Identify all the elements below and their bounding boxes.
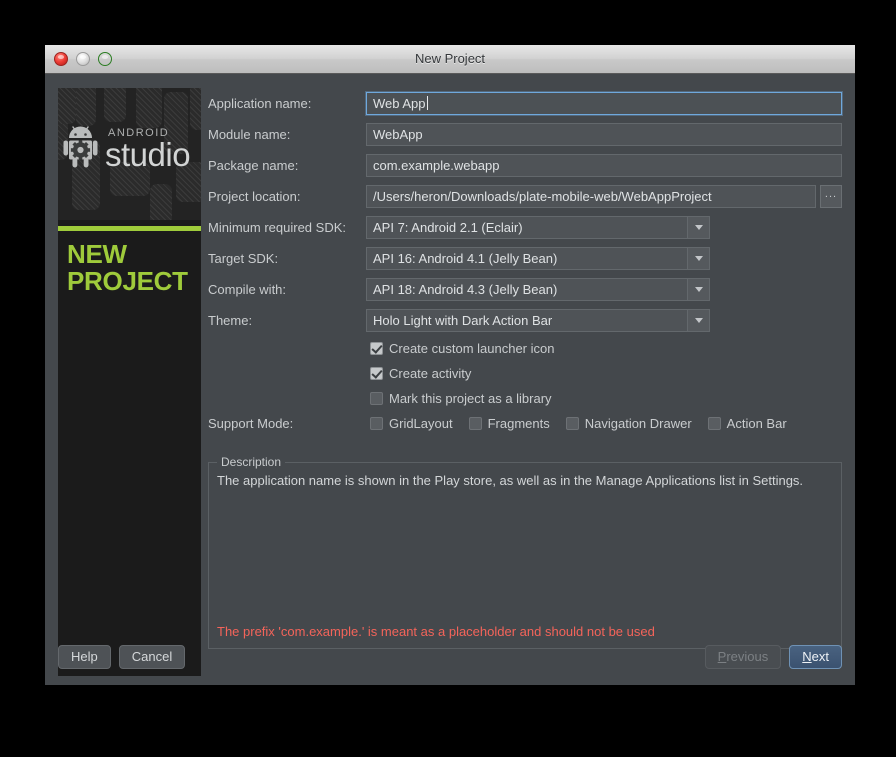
label-theme: Theme: xyxy=(208,313,253,328)
application-name-input[interactable]: Web App xyxy=(366,92,842,115)
label-package-name: Package name: xyxy=(208,158,299,173)
empty-checkbox-icon xyxy=(468,417,482,430)
validation-warning-message: The prefix 'com.example.' is meant as a … xyxy=(217,624,655,639)
theme-value: Holo Light with Dark Action Bar xyxy=(373,313,553,328)
project-location-input[interactable]: /Users/heron/Downloads/plate-mobile-web/… xyxy=(366,185,816,208)
footer-right-buttons: Previous Next xyxy=(704,645,842,669)
text-caret xyxy=(426,96,428,110)
support-gridlayout-checkbox[interactable]: GridLayout xyxy=(370,416,453,431)
create-activity-label: Create activity xyxy=(389,366,472,381)
checkbox-row-custom-launcher-icon: Create custom launcher icon xyxy=(208,336,842,361)
label-application-name: Application name: xyxy=(208,96,312,111)
wizard-heading-line-1: NEW xyxy=(67,239,127,269)
compile-with-select[interactable]: API 18: Android 4.3 (Jelly Bean) xyxy=(366,278,710,301)
description-legend: Description xyxy=(217,455,286,469)
empty-checkbox-icon xyxy=(707,417,721,430)
empty-checkbox-icon xyxy=(370,417,383,430)
mark-as-library-label: Mark this project as a library xyxy=(389,391,552,406)
theme-select[interactable]: Holo Light with Dark Action Bar xyxy=(366,309,710,332)
window-title: New Project xyxy=(414,51,486,66)
field-row-theme: Theme: Holo Light with Dark Action Bar xyxy=(208,305,842,336)
dialog-footer: Help Cancel Previous Next xyxy=(58,645,842,671)
minimum-sdk-value: API 7: Android 2.1 (Eclair) xyxy=(373,220,523,235)
label-support-mode: Support Mode: xyxy=(208,416,294,431)
module-name-input[interactable]: WebApp xyxy=(366,123,842,146)
support-navigation-drawer-checkbox[interactable]: Navigation Drawer xyxy=(565,416,692,431)
empty-checkbox-icon xyxy=(565,417,579,430)
field-row-module-name: Module name: WebApp xyxy=(208,119,842,150)
checkbox-row-mark-as-library: Mark this project as a library xyxy=(208,386,842,411)
previous-button[interactable]: Previous xyxy=(704,645,782,669)
field-row-compile-with: Compile with: API 18: Android 4.3 (Jelly… xyxy=(208,274,842,305)
banner-accent-rule xyxy=(58,226,201,231)
application-name-value: Web App xyxy=(373,96,426,111)
android-studio-logo: ANDROID studio xyxy=(63,110,201,173)
previous-button-rest: revious xyxy=(726,649,769,664)
banner-artwork: ANDROID studio xyxy=(58,88,201,220)
chevron-down-icon[interactable] xyxy=(687,310,709,331)
footer-left-buttons: Help Cancel xyxy=(58,645,186,669)
field-row-package-name: Package name: com.example.webapp xyxy=(208,150,842,181)
field-row-target-sdk: Target SDK: API 16: Android 4.1 (Jelly B… xyxy=(208,243,842,274)
label-project-location: Project location: xyxy=(208,189,301,204)
package-name-input[interactable]: com.example.webapp xyxy=(366,154,842,177)
target-sdk-select[interactable]: API 16: Android 4.1 (Jelly Bean) xyxy=(366,247,710,270)
support-action-bar-label: Action Bar xyxy=(726,416,787,431)
label-module-name: Module name: xyxy=(208,127,291,142)
support-fragments-checkbox[interactable]: Fragments xyxy=(468,416,550,431)
create-custom-launcher-icon-label: Create custom launcher icon xyxy=(389,341,555,356)
next-button-rest: ext xyxy=(811,649,829,664)
next-button[interactable]: Next xyxy=(789,645,842,669)
help-button[interactable]: Help xyxy=(58,645,111,669)
support-gridlayout-label: GridLayout xyxy=(389,416,453,431)
new-project-dialog-window: New Project ANDROID studio NEW PROJECT A… xyxy=(45,45,855,685)
field-row-minimum-sdk: Minimum required SDK: API 7: Android 2.1… xyxy=(208,212,842,243)
label-compile-with: Compile with: xyxy=(208,282,287,297)
support-action-bar-checkbox[interactable]: Action Bar xyxy=(707,416,787,431)
minimum-sdk-select[interactable]: API 7: Android 2.1 (Eclair) xyxy=(366,216,710,239)
create-activity-checkbox[interactable]: Create activity xyxy=(370,366,471,381)
next-mnemonic: N xyxy=(802,649,812,664)
compile-with-value: API 18: Android 4.3 (Jelly Bean) xyxy=(373,282,558,297)
create-custom-launcher-icon-checkbox[interactable]: Create custom launcher icon xyxy=(370,341,554,356)
android-studio-wordmark: ANDROID studio xyxy=(105,128,191,173)
wizard-banner: ANDROID studio NEW PROJECT xyxy=(58,88,201,676)
project-form: Application name: Web App Module name: W… xyxy=(208,88,842,436)
label-target-sdk: Target SDK: xyxy=(208,251,279,266)
support-navigation-drawer-label: Navigation Drawer xyxy=(584,416,692,431)
android-robot-icon xyxy=(63,124,103,168)
chevron-down-icon[interactable] xyxy=(687,217,709,238)
wizard-heading-line-2: PROJECT xyxy=(67,266,188,296)
field-row-project-location: Project location: /Users/heron/Downloads… xyxy=(208,181,842,212)
support-fragments-label: Fragments xyxy=(487,416,550,431)
brand-studio-text: studio xyxy=(105,136,191,173)
chevron-down-icon[interactable] xyxy=(687,279,709,300)
target-sdk-value: API 16: Android 4.1 (Jelly Bean) xyxy=(373,251,558,266)
dialog-body: ANDROID studio NEW PROJECT Application n… xyxy=(45,74,855,685)
wizard-step-heading: NEW PROJECT xyxy=(67,241,188,295)
label-minimum-sdk: Minimum required SDK: xyxy=(208,220,346,235)
checkmark-icon xyxy=(370,367,383,380)
description-panel: Description The application name is show… xyxy=(208,455,842,649)
mark-as-library-checkbox[interactable]: Mark this project as a library xyxy=(370,391,552,406)
empty-checkbox-icon xyxy=(370,392,383,405)
browse-folder-button[interactable]: ... xyxy=(820,185,842,208)
support-mode-row: Support Mode: GridLayout Fragments Navig… xyxy=(208,411,842,436)
checkmark-icon xyxy=(370,342,383,355)
desktop-background: New Project ANDROID studio NEW PROJECT A… xyxy=(0,0,896,757)
window-titlebar: New Project xyxy=(45,45,855,74)
cancel-button[interactable]: Cancel xyxy=(118,645,186,669)
description-text: The application name is shown in the Pla… xyxy=(217,473,804,488)
field-row-application-name: Application name: Web App xyxy=(208,88,842,119)
checkbox-row-create-activity: Create activity xyxy=(208,361,842,386)
chevron-down-icon[interactable] xyxy=(687,248,709,269)
